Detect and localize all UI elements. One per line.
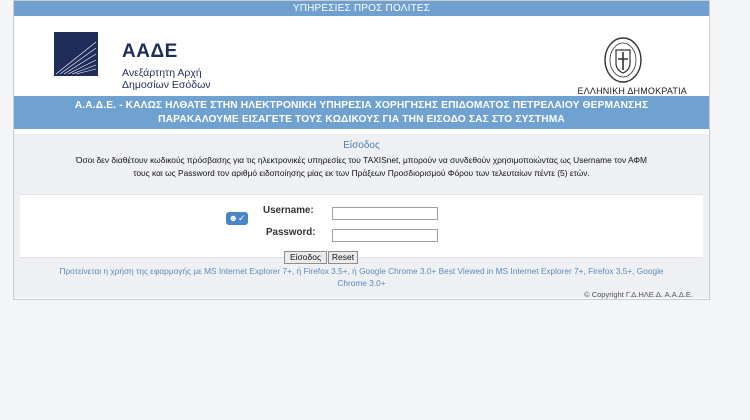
password-label: Password: xyxy=(266,227,316,238)
reset-button[interactable]: Reset xyxy=(328,251,358,264)
header: ΑΑΔΕ Ανεξάρτητη Αρχή Δημοσίων Εσόδων ΕΛΛ… xyxy=(14,16,709,96)
top-bar-label: ΥΠΗΡΕΣΙΕΣ ΠΡΟΣ ΠΟΛΙΤΕΣ xyxy=(292,3,431,14)
login-button[interactable]: Είσοδος xyxy=(284,251,327,264)
top-bar: ΥΠΗΡΕΣΙΕΣ ΠΡΟΣ ΠΟΛΙΤΕΣ xyxy=(14,1,709,16)
user-check-icon: ☻✓ xyxy=(226,212,248,225)
password-input[interactable] xyxy=(332,229,438,242)
logo-subtitle-line2: Δημοσίων Εσόδων xyxy=(122,79,211,91)
logo-name: ΑΑΔΕ xyxy=(122,41,178,62)
banner-line2: ΠΑΡΑΚΑΛΟΥΜΕ ΕΙΣΑΓΕΤΕ ΤΟΥΣ ΚΩΔΙΚΟΥΣ ΓΙΑ Τ… xyxy=(158,114,565,125)
banner-line1: Α.Α.Δ.Ε. - ΚΑΛΩΣ ΗΛΘΑΤΕ ΣΤΗΝ ΗΛΕΚΤΡΟΝΙΚΗ… xyxy=(74,100,649,111)
login-title: Είσοδος xyxy=(343,140,380,151)
logo-subtitle-line1: Ανεξάρτητη Αρχή xyxy=(122,67,202,79)
aade-logo-icon xyxy=(54,32,98,76)
compat-note-line2: Chrome 3.0+ xyxy=(337,278,386,288)
page-frame: ΥΠΗΡΕΣΙΕΣ ΠΡΟΣ ΠΟΛΙΤΕΣ ΑΑΔΕ Ανεξάρτητη Α… xyxy=(13,0,710,300)
compat-note-line1: Προτείνεται η χρήση της εφαρμογής με MS … xyxy=(59,266,664,276)
username-label: Username: xyxy=(263,205,314,216)
login-info-line2: τους και ως Password τον αριθμό ειδοποίη… xyxy=(133,168,590,178)
username-input[interactable] xyxy=(332,207,438,220)
emblem-caption: ΕΛΛΗΝΙΚΗ ΔΗΜΟΚΡΑΤΙΑ xyxy=(577,86,687,96)
login-info: Όσοι δεν διαθέτουν κωδικούς πρόσβασης γι… xyxy=(14,154,709,180)
login-info-line1: Όσοι δεν διαθέτουν κωδικούς πρόσβασης γι… xyxy=(75,155,648,165)
browser-compat-note: Προτείνεται η χρήση της εφαρμογής με MS … xyxy=(14,265,709,289)
login-form: ☻✓ Username: Password: xyxy=(20,194,703,258)
greek-coat-of-arms-icon xyxy=(604,37,642,83)
welcome-banner: Α.Α.Δ.Ε. - ΚΑΛΩΣ ΗΛΘΑΤΕ ΣΤΗΝ ΗΛΕΚΤΡΟΝΙΚΗ… xyxy=(14,96,709,129)
copyright: © Copyright Γ.Δ.ΗΛΕ.Δ. Α.Α.Δ.Ε. xyxy=(584,290,693,299)
